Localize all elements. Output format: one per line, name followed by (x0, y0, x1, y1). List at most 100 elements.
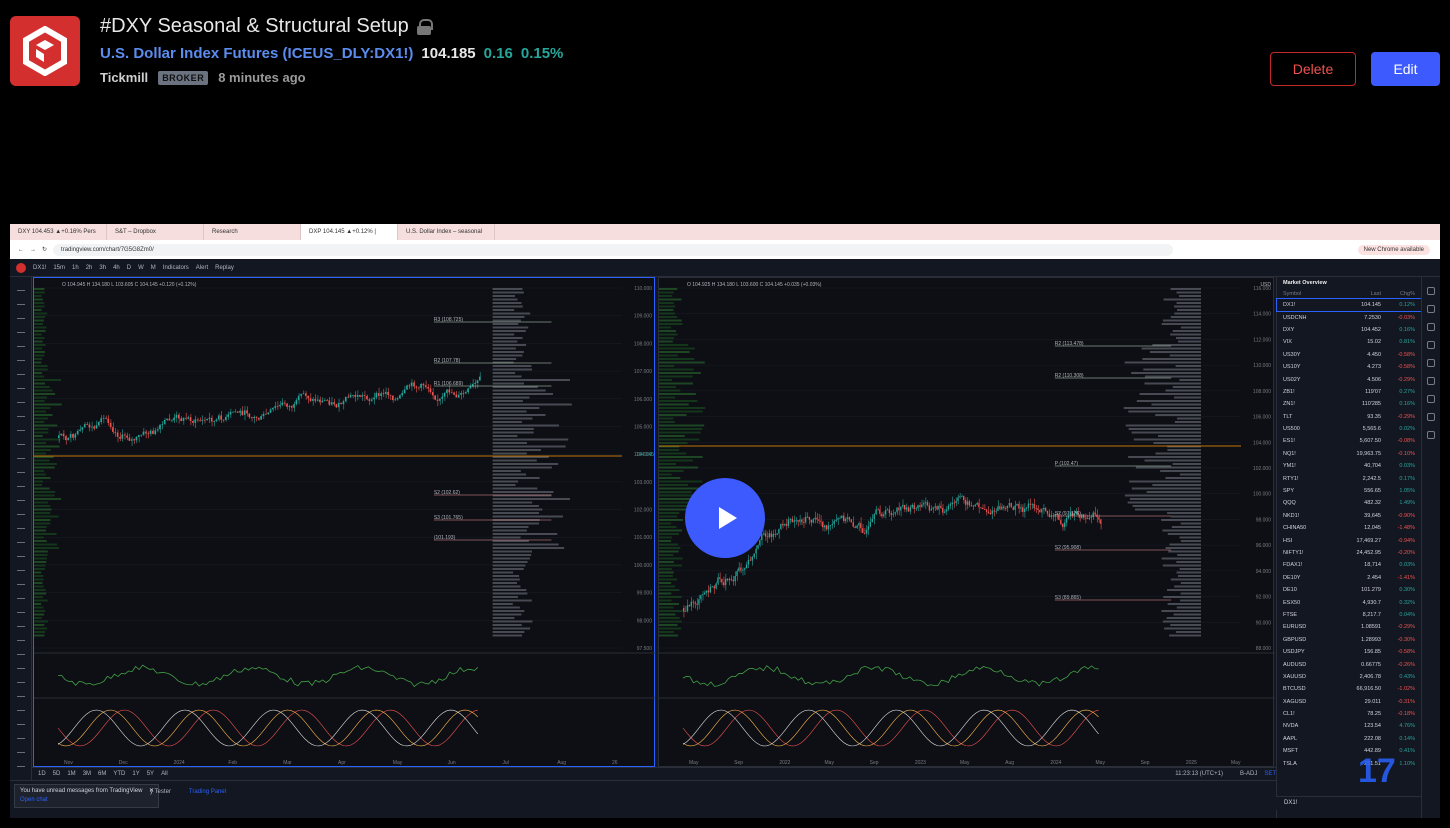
watchlist-row[interactable]: NQ1! 19,963.75 -0.10% (1277, 448, 1421, 460)
watchlist-row[interactable]: CL1! 78.25 -0.18% (1277, 708, 1421, 720)
watchlist-row[interactable]: USDJPY 156.85 -0.58% (1277, 646, 1421, 658)
watchlist-row[interactable]: EURUSD 1.08591 -0.29% (1277, 621, 1421, 633)
volume-profile-bar (1124, 361, 1201, 364)
interval-2h[interactable]: 2h (86, 265, 93, 271)
candle-body (399, 395, 401, 399)
watchlist-row[interactable]: TLT 93.35 -0.29% (1277, 411, 1421, 423)
left-chart-pane[interactable]: O 104.945 H 134.180 L 103.605 C 104.145 … (33, 277, 656, 767)
author-logo[interactable] (10, 16, 80, 86)
watchlist-row[interactable]: QQQ 482.32 1.49% (1277, 497, 1421, 509)
watchlist-row[interactable]: ZB1! 119'07 0.27% (1277, 386, 1421, 398)
volume-profile-bar (1131, 431, 1201, 434)
col-chg[interactable]: Chg% (1381, 291, 1415, 297)
watchlist-row[interactable]: NIFTY1! 24,452.95 -0.20% (1277, 547, 1421, 559)
watchlist-row[interactable]: USDCNH 7.2530 -0.03% (1277, 311, 1421, 323)
candle-body (323, 400, 326, 402)
watchlist-row[interactable]: DXY 104.452 0.16% (1277, 324, 1421, 336)
browser-tab[interactable]: Research (204, 224, 301, 240)
price-axis-label: 114.000 (1253, 312, 1271, 318)
range-1m[interactable]: 1M (67, 771, 75, 777)
browser-tab-active[interactable]: DXP 104.145 ▲+0.12% | (301, 224, 398, 240)
watchlist-row[interactable]: RTY1! 2,242.5 0.17% (1277, 472, 1421, 484)
alert-button[interactable]: Alert (196, 265, 208, 271)
watchlist-footer-symbol[interactable]: DX1! (1276, 796, 1421, 810)
watchlist-row[interactable]: US30Y 4.450 -0.58% (1277, 349, 1421, 361)
indicators-button[interactable]: Indicators (163, 265, 189, 271)
interval-15m[interactable]: 15m (53, 265, 65, 271)
watchlist-row[interactable]: XAGUSD 29.011 -0.31% (1277, 696, 1421, 708)
interval-4h[interactable]: 4h (113, 265, 120, 271)
notification-toast[interactable]: You have unread messages from TradingVie… (14, 784, 159, 808)
clock-readout[interactable]: 11:23:13 (UTC+1) (1175, 771, 1223, 777)
video-preview[interactable]: DXY 104.453 ▲+0.16% Pers S&T – Dropbox R… (10, 224, 1440, 818)
watchlist-row[interactable]: FTSE 8,217.7 0.04% (1277, 609, 1421, 621)
browser-tab[interactable]: U.S. Dollar Index – seasonal (398, 224, 495, 240)
watchlist-row[interactable]: US02Y 4.506 -0.29% (1277, 373, 1421, 385)
tv-symbol-search[interactable]: DX1! (33, 265, 46, 271)
url-field[interactable]: tradingview.com/chart/7G5G8Zm0/ (53, 243, 1174, 256)
watchlist-row[interactable]: AAPL 222.08 0.14% (1277, 733, 1421, 745)
forward-icon[interactable]: → (30, 247, 36, 253)
watchlist-row[interactable]: YM1! 40,704 0.03% (1277, 460, 1421, 472)
watchlist-row[interactable]: ZN1! 110'285 0.16% (1277, 398, 1421, 410)
replay-button[interactable]: Replay (215, 265, 234, 271)
interval-d[interactable]: D (127, 265, 131, 271)
interval-1h[interactable]: 1h (72, 265, 79, 271)
range-1d[interactable]: 1D (38, 771, 46, 777)
watchlist-row[interactable]: ES1! 5,607.50 -0.08% (1277, 435, 1421, 447)
watchlist-row[interactable]: SPY 556.65 1.05% (1277, 485, 1421, 497)
browser-tab[interactable]: S&T – Dropbox (107, 224, 204, 240)
reload-icon[interactable]: ↻ (42, 246, 47, 253)
right-widget-bar[interactable] (1421, 277, 1440, 818)
watchlist-row[interactable]: MSFT 442.89 0.41% (1277, 745, 1421, 757)
watchlist-row[interactable]: VIX 15.02 0.81% (1277, 336, 1421, 348)
symbol-ticker-link[interactable]: ICEUS_DLY:DX1! (288, 45, 409, 62)
interval-m[interactable]: M (151, 265, 156, 271)
drawing-toolbar[interactable] (10, 277, 32, 783)
tv-avatar-icon[interactable] (16, 262, 26, 273)
watchlist-row[interactable]: CHINA50 12,045 -1.48% (1277, 522, 1421, 534)
watchlist-row[interactable]: BTCUSD 66,916.50 -1.02% (1277, 683, 1421, 695)
trading-panel-tab[interactable]: Trading Panel (189, 789, 226, 795)
watchlist-row[interactable]: DE10 101.279 0.30% (1277, 584, 1421, 596)
col-last[interactable]: Last (1341, 291, 1381, 297)
watchlist-row[interactable]: US500 5,565.6 0.02% (1277, 423, 1421, 435)
watchlist-row[interactable]: NKD1! 39,645 -0.90% (1277, 510, 1421, 522)
delete-button[interactable]: Delete (1270, 52, 1356, 86)
watchlist-change: 4.76% (1399, 723, 1415, 730)
range-3m[interactable]: 3M (83, 771, 91, 777)
edit-button[interactable]: Edit (1371, 52, 1440, 86)
watchlist-row[interactable]: ESX50 4,930.7 0.32% (1277, 596, 1421, 608)
open-chat-link[interactable]: Open chat (20, 797, 153, 803)
watchlist-row[interactable]: GBPUSD 1.28993 -0.30% (1277, 634, 1421, 646)
range-5d[interactable]: 5D (53, 771, 61, 777)
adjust-toggle[interactable]: B-ADJ (1240, 771, 1257, 777)
range-ytd[interactable]: YTD (113, 771, 125, 777)
range-6m[interactable]: 6M (98, 771, 106, 777)
range-5y[interactable]: 5Y (147, 771, 154, 777)
watchlist-row[interactable]: DX1! 104.145 0.12% (1276, 297, 1422, 313)
watchlist-row[interactable]: DE10Y 2.454 -1.41% (1277, 572, 1421, 584)
interval-3h[interactable]: 3h (99, 265, 106, 271)
watchlist-title[interactable]: Market Overview (1277, 277, 1421, 289)
col-symbol[interactable]: Symbol (1283, 291, 1341, 297)
session-toggle[interactable]: SET (1264, 771, 1276, 777)
play-button[interactable] (685, 478, 765, 558)
watchlist-row[interactable]: US10Y 4.273 -0.58% (1277, 361, 1421, 373)
symbol-name-link[interactable]: U.S. Dollar Index Futures (100, 45, 278, 62)
interval-w[interactable]: W (138, 265, 144, 271)
watchlist-row[interactable]: FDAX1! 18,714 0.03% (1277, 559, 1421, 571)
back-icon[interactable]: ← (18, 247, 24, 253)
strategy-tester-tab[interactable]: y Tester (150, 789, 171, 795)
candle-body (700, 595, 702, 600)
range-all[interactable]: All (161, 771, 168, 777)
watchlist-row[interactable]: HSI 17,469.27 -0.94% (1277, 534, 1421, 546)
browser-tab[interactable]: DXY 104.453 ▲+0.16% Pers (10, 224, 107, 240)
watchlist-row[interactable]: NVDA 123.54 4.76% (1277, 720, 1421, 732)
chrome-update-badge[interactable]: New Chrome available (1357, 244, 1430, 255)
watchlist-row[interactable]: TSLA 251.51 1.10% (1277, 757, 1421, 769)
watchlist-row[interactable]: XAUUSD 2,406.78 0.43% (1277, 671, 1421, 683)
range-1y[interactable]: 1Y (132, 771, 139, 777)
watchlist-row[interactable]: AUDUSD 0.66775 -0.26% (1277, 658, 1421, 670)
author-name[interactable]: Tickmill (100, 70, 148, 85)
